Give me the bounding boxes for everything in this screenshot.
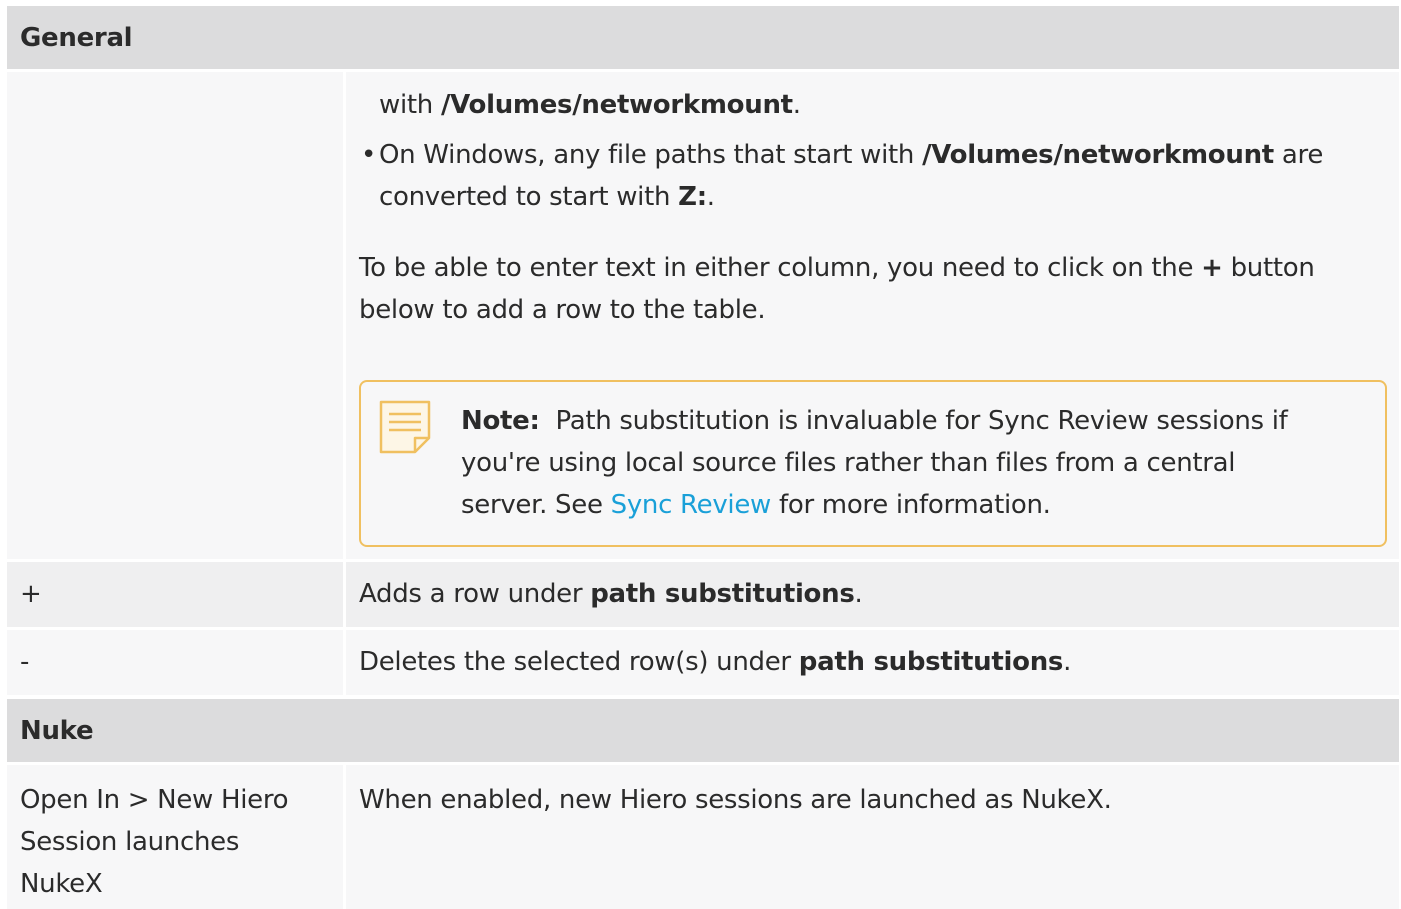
add-row-key: +: [20, 579, 42, 609]
path-subs-para-line1: To be able to enter text in either colum…: [359, 253, 1315, 283]
remove-row-desc: Deletes the selected row(s) under path s…: [359, 647, 1072, 677]
table-row-remove-key: -: [7, 630, 343, 695]
path-subs-line3: converted to start with Z:.: [379, 182, 715, 212]
note-line1: Note: Path substitution is invaluable fo…: [461, 406, 1288, 436]
note-label: Note:: [461, 406, 540, 436]
open-in-key-line1: Open In > New Hiero: [20, 785, 289, 815]
table-row-remove-desc: Deletes the selected row(s) under path s…: [346, 630, 1399, 695]
section-header-general: General: [7, 6, 1399, 69]
section-title-nuke: Nuke: [20, 715, 94, 746]
open-in-key-line3: NukeX: [20, 869, 103, 899]
add-row-desc: Adds a row under path substitutions.: [359, 579, 863, 609]
table-cell-path-subs-key: [7, 72, 343, 559]
table-row-open-in-key: Open In > New Hiero Session launches Nuk…: [7, 765, 343, 909]
note-line3: server. See Sync Review for more informa…: [461, 490, 1051, 520]
path-subs-para-line2: below to add a row to the table.: [359, 295, 766, 325]
note-icon: [379, 400, 431, 454]
open-in-desc: When enabled, new Hiero sessions are lau…: [359, 785, 1112, 815]
note-line2: you're using local source files rather t…: [461, 448, 1236, 478]
table-row-add-key: +: [7, 562, 343, 627]
remove-row-key: -: [20, 647, 30, 677]
table-row-add-desc: Adds a row under path substitutions.: [346, 562, 1399, 627]
documentation-page: General with /Volumes/networkmount. • On…: [0, 0, 1401, 909]
path-subs-line2: On Windows, any file paths that start wi…: [379, 140, 1324, 170]
path-subs-line1: with /Volumes/networkmount.: [379, 90, 801, 120]
bullet-icon: •: [361, 140, 377, 170]
section-title-general: General: [20, 22, 133, 53]
table-row-open-in-desc: When enabled, new Hiero sessions are lau…: [346, 765, 1399, 909]
open-in-key-line2: Session launches: [20, 827, 240, 857]
section-header-nuke: Nuke: [7, 699, 1399, 762]
sync-review-link[interactable]: Sync Review: [611, 490, 772, 520]
